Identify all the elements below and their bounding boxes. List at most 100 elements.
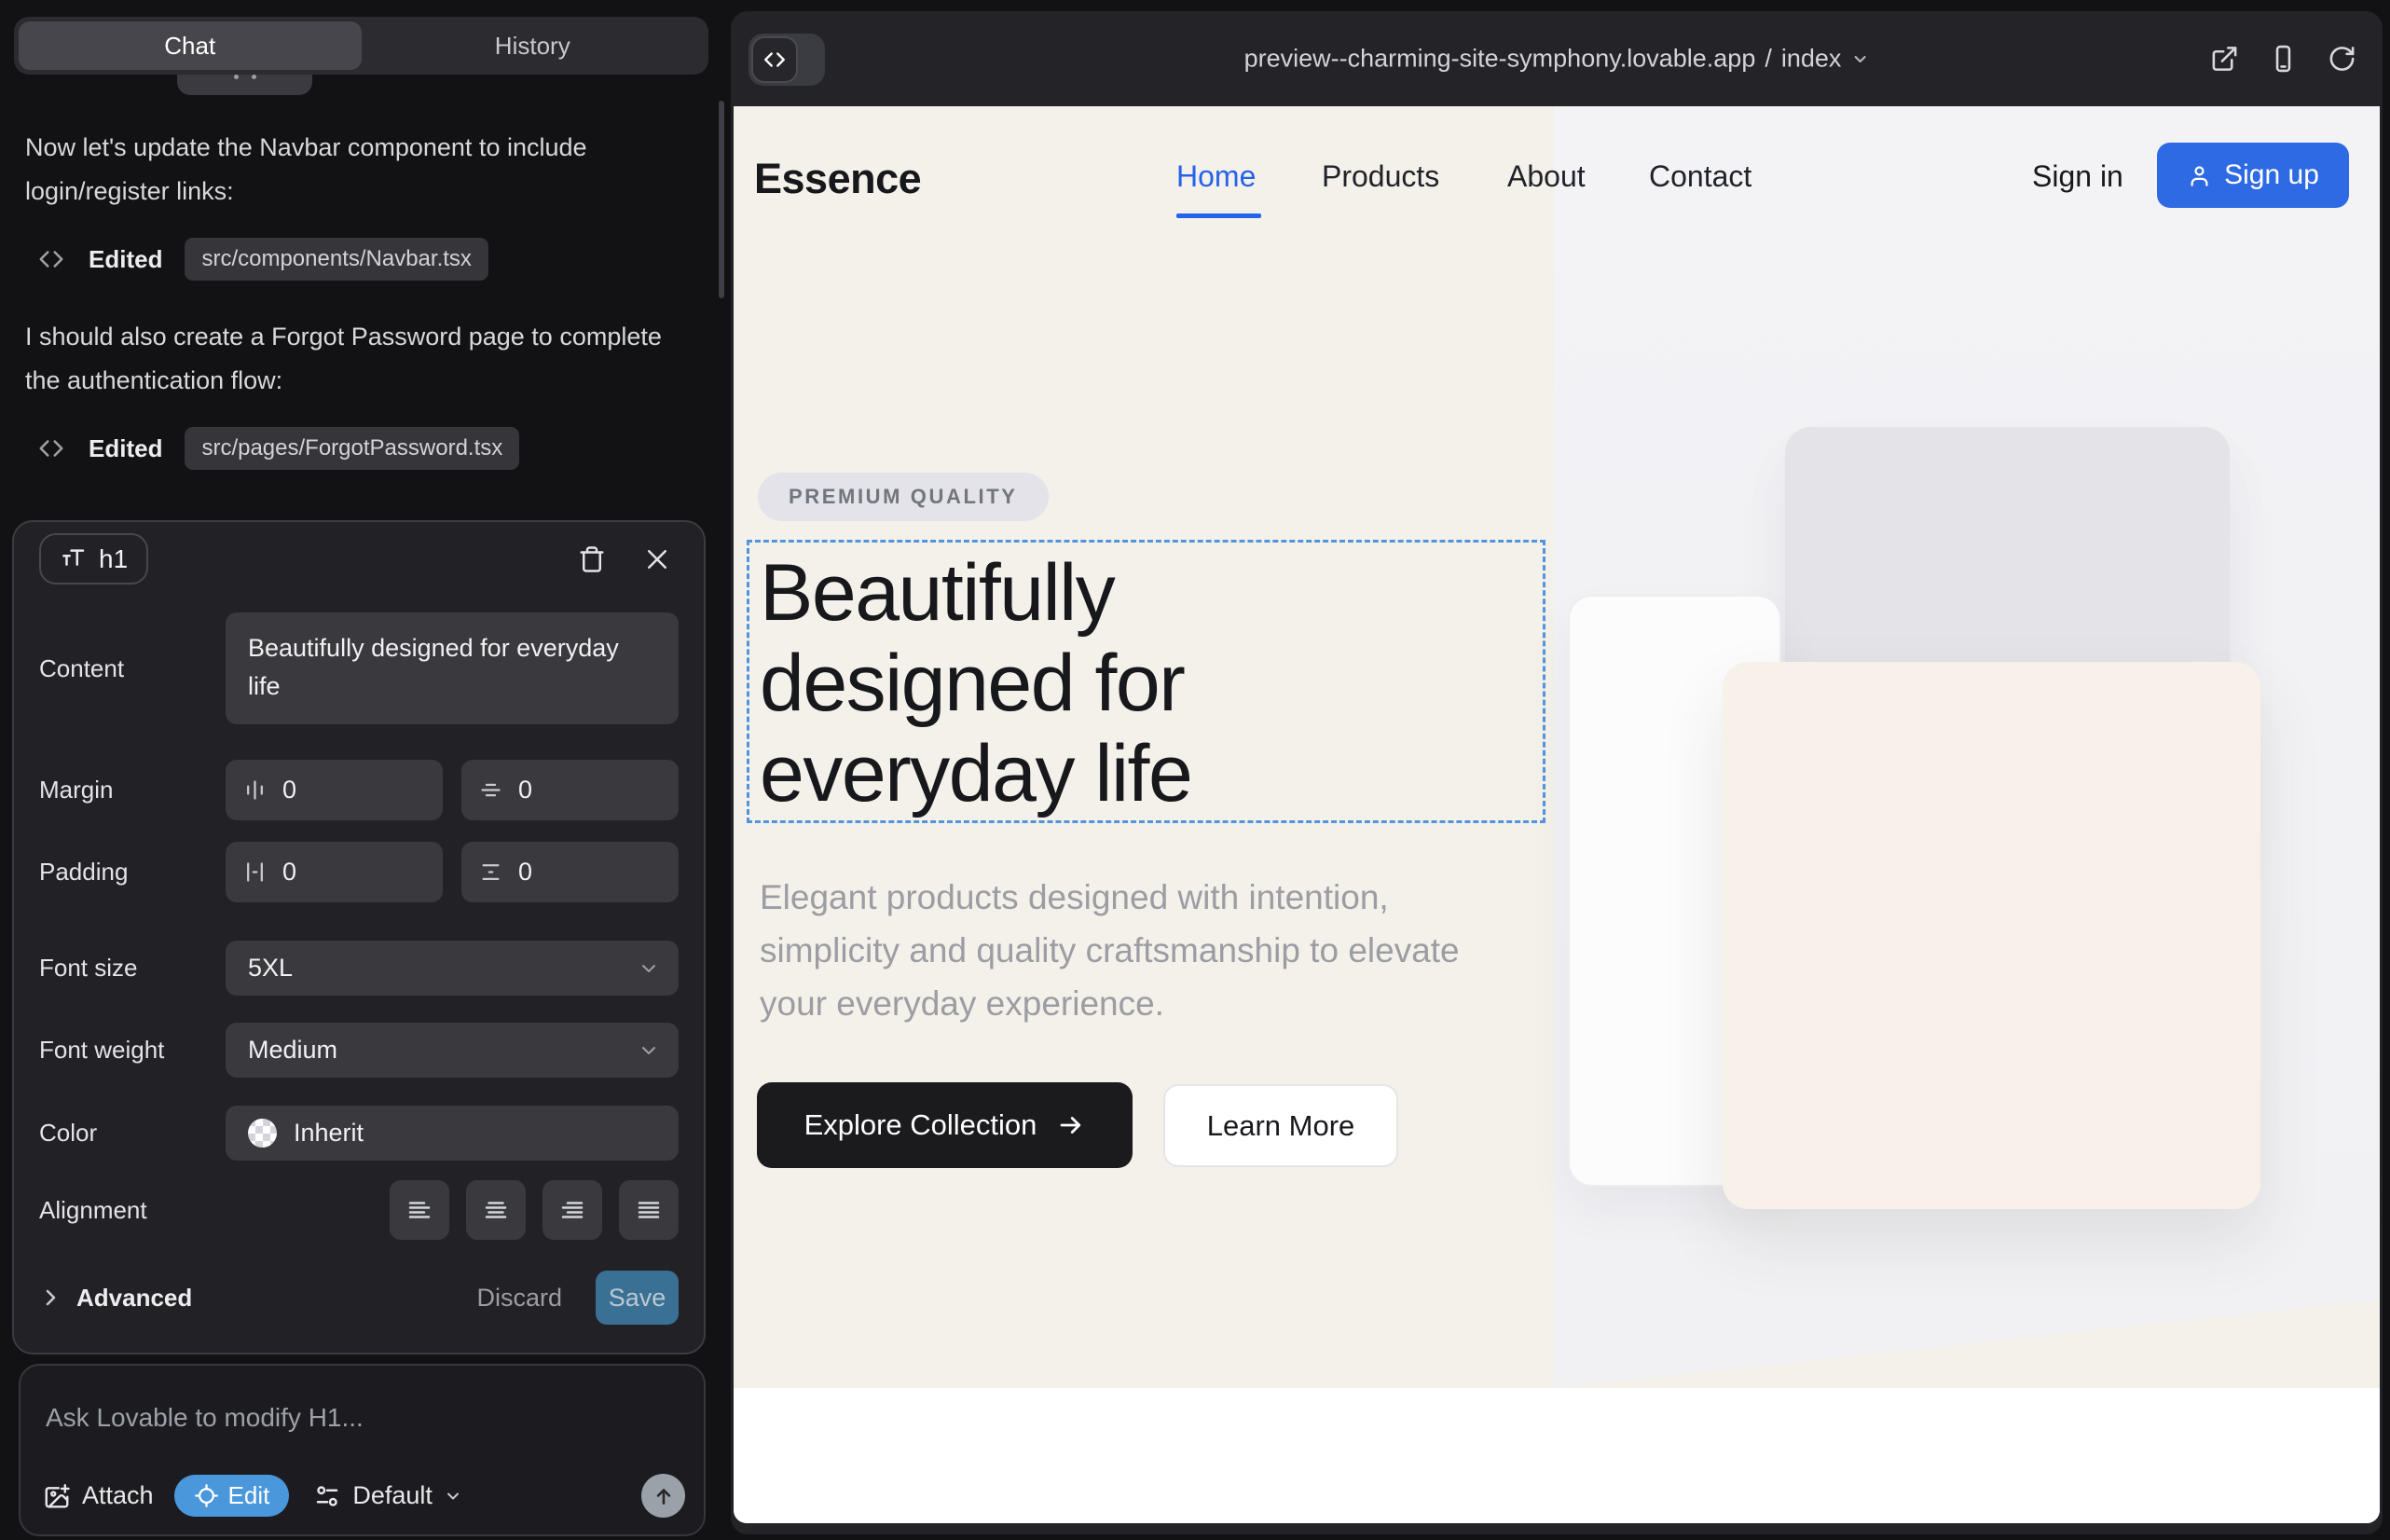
font-size-value: 5XL: [248, 954, 293, 983]
font-weight-row: Font weight Medium: [14, 1023, 704, 1078]
code-icon: [37, 434, 65, 462]
learn-more-button[interactable]: Learn More: [1163, 1084, 1398, 1167]
padding-y-input[interactable]: 0: [461, 842, 679, 902]
align-right-button[interactable]: [543, 1180, 602, 1240]
attach-label: Attach: [82, 1481, 154, 1510]
alignment-label: Alignment: [39, 1196, 226, 1225]
chevron-down-icon: [638, 957, 660, 980]
font-size-row: Font size 5XL: [14, 941, 704, 996]
discard-button[interactable]: Discard: [476, 1284, 562, 1313]
editor-header: h1: [14, 522, 704, 584]
chat-message: I should also create a Forgot Password p…: [25, 315, 682, 403]
edited-label: Edited: [89, 245, 162, 274]
margin-horizontal-icon: [242, 777, 268, 803]
edit-label: Edit: [228, 1481, 270, 1510]
content-row: Content Beautifully designed for everyda…: [14, 612, 704, 724]
padding-x-input[interactable]: 0: [226, 842, 443, 902]
tab-history[interactable]: History: [362, 21, 705, 70]
padding-x-value: 0: [282, 858, 296, 887]
url-bar[interactable]: preview--charming-site-symphony.lovable.…: [1244, 45, 1870, 74]
nav-link-about[interactable]: About: [1507, 159, 1586, 194]
selected-element-pill[interactable]: h1: [39, 533, 148, 584]
content-input[interactable]: Beautifully designed for everyday life: [226, 612, 679, 724]
site-logo[interactable]: Essence: [754, 155, 921, 203]
signin-link[interactable]: Sign in: [2032, 159, 2123, 194]
color-label: Color: [39, 1119, 226, 1148]
color-row: Color Inherit: [14, 1106, 704, 1161]
close-icon: [643, 545, 671, 573]
padding-row: Padding 0 0: [14, 842, 704, 902]
signup-button[interactable]: Sign up: [2157, 143, 2349, 208]
element-editor-panel: h1 Content Beautifully designed for ever…: [12, 520, 706, 1354]
edited-file-chip[interactable]: src/components/Navbar.tsx: [185, 238, 488, 281]
advanced-toggle[interactable]: Advanced: [39, 1284, 192, 1313]
user-icon: [2187, 163, 2212, 188]
align-center-button[interactable]: [466, 1180, 526, 1240]
hero-heading[interactable]: Beautifullydesigned foreveryday life: [760, 548, 1191, 819]
signup-label: Sign up: [2224, 159, 2319, 191]
url-host: preview--charming-site-symphony.lovable.…: [1244, 45, 1756, 74]
mobile-view-icon[interactable]: [2269, 45, 2298, 74]
color-value: Inherit: [294, 1119, 364, 1148]
nav-link-home[interactable]: Home: [1176, 159, 1256, 194]
close-editor-button[interactable]: [636, 538, 679, 581]
align-justify-icon: [635, 1196, 663, 1224]
padding-vertical-icon: [478, 859, 503, 885]
code-toggle-knob[interactable]: [751, 36, 798, 83]
tab-chat-label: Chat: [164, 32, 215, 61]
app-root: Chat History Now let's update the Navbar…: [0, 0, 2390, 1540]
composer-input[interactable]: Ask Lovable to modify H1...: [21, 1366, 704, 1433]
composer-toolbar: Attach Edit Default: [21, 1474, 704, 1534]
align-left-button[interactable]: [390, 1180, 449, 1240]
hero-graphic-cream-card: [1723, 662, 2260, 1209]
browser-actions: [2210, 45, 2356, 74]
margin-label: Margin: [39, 776, 226, 804]
nav-link-products[interactable]: Products: [1322, 159, 1439, 194]
font-size-select[interactable]: 5XL: [226, 941, 679, 996]
element-tag-label: h1: [99, 544, 128, 574]
color-select[interactable]: Inherit: [226, 1106, 679, 1161]
editor-footer: Advanced Discard Save: [14, 1271, 704, 1325]
align-justify-button[interactable]: [619, 1180, 679, 1240]
url-page: index: [1781, 45, 1842, 74]
tab-chat[interactable]: Chat: [19, 21, 362, 70]
chevron-down-icon: [638, 1039, 660, 1062]
margin-y-value: 0: [518, 776, 532, 804]
attach-button[interactable]: Attach: [43, 1481, 154, 1510]
font-weight-select[interactable]: Medium: [226, 1023, 679, 1078]
chat-history-tabs: Chat History: [14, 17, 708, 75]
code-icon: [762, 48, 787, 72]
send-button[interactable]: [641, 1474, 685, 1518]
active-nav-underline: [1176, 213, 1261, 218]
edited-file-chip[interactable]: src/pages/ForgotPassword.tsx: [185, 427, 519, 470]
alignment-row: Alignment: [14, 1180, 704, 1240]
explore-label: Explore Collection: [804, 1108, 1037, 1142]
margin-y-input[interactable]: 0: [461, 760, 679, 820]
font-weight-value: Medium: [248, 1036, 337, 1065]
align-center-icon: [482, 1196, 510, 1224]
image-plus-icon: [43, 1482, 71, 1510]
sidebar-scrollbar[interactable]: [719, 101, 724, 298]
edit-mode-button[interactable]: Edit: [174, 1475, 290, 1517]
save-button[interactable]: Save: [596, 1271, 679, 1325]
browser-toolbar: preview--charming-site-symphony.lovable.…: [731, 11, 2383, 106]
padding-horizontal-icon: [242, 859, 268, 885]
target-icon: [194, 1483, 219, 1508]
refresh-icon[interactable]: [2328, 45, 2356, 74]
trash-icon: [578, 545, 606, 573]
code-preview-toggle[interactable]: [749, 34, 825, 86]
site-viewport: Essence Home Products About Contact Sign…: [734, 106, 2380, 1523]
url-separator: /: [1765, 45, 1772, 74]
explore-collection-button[interactable]: Explore Collection: [757, 1082, 1133, 1168]
mode-select[interactable]: Default: [313, 1481, 462, 1510]
chevron-down-icon: [444, 1487, 462, 1506]
mode-label: Default: [352, 1481, 433, 1510]
margin-x-input[interactable]: 0: [226, 760, 443, 820]
margin-vertical-icon: [478, 777, 503, 803]
margin-row: Margin 0 0: [14, 760, 704, 820]
open-external-icon[interactable]: [2210, 45, 2239, 74]
arrow-up-icon: [652, 1484, 676, 1508]
nav-link-contact[interactable]: Contact: [1649, 159, 1751, 194]
font-size-label: Font size: [39, 954, 226, 983]
delete-element-button[interactable]: [570, 538, 613, 581]
